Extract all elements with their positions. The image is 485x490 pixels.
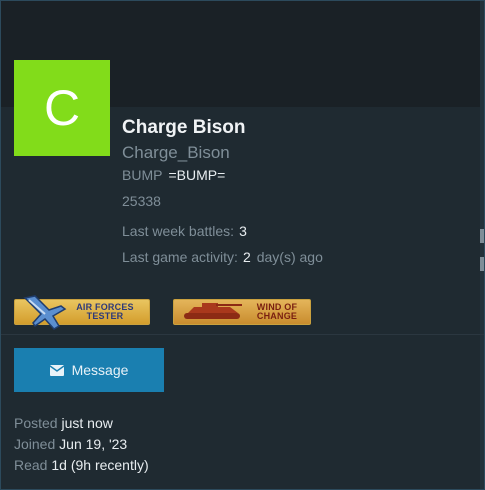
badge-air-forces-tester[interactable]: AIR FORCES TESTER [14,295,150,330]
meta-value: just now [61,415,113,431]
stat-value: 2 [242,249,251,265]
stat-unit: day(s) ago [256,249,323,265]
badge-label: AIR FORCES TESTER [73,303,137,321]
member-title: BUMP =BUMP= [122,167,225,183]
member-username: Charge_Bison [122,143,230,162]
stat-last-game-activity: Last game activity: 2 day(s) ago [122,249,323,265]
clan-tag-value: =BUMP= [168,167,226,183]
avatar[interactable]: C [14,60,110,156]
envelope-icon [49,364,64,376]
message-button-label: Message [71,362,129,378]
tank-icon [184,303,242,319]
stat-label: Last week battles: [122,223,235,239]
meta-joined: Joined Jun 19, '23 [14,436,127,452]
avatar-letter: C [43,80,81,136]
member-tooltip-card: C Charge Bison Charge_Bison BUMP =BUMP= 2… [0,0,485,490]
badge-label: WIND OF CHANGE [248,303,306,321]
stat-label: Last game activity: [122,249,238,265]
side-scroll-strip [480,1,484,489]
meta-label: Read [14,457,48,473]
side-marker [480,229,484,243]
badge-line: TESTER [86,311,124,321]
side-marker [480,257,484,271]
message-button[interactable]: Message [14,348,164,392]
meta-value: 1d (9h recently) [51,457,149,473]
clan-tag-label: BUMP [122,167,163,183]
meta-value: Jun 19, '23 [59,436,128,452]
stat-last-week-battles: Last week battles: 3 [122,223,253,239]
meta-read: Read 1d (9h recently) [14,457,149,473]
meta-label: Posted [14,415,58,431]
stat-value: 3 [239,223,247,239]
post-count: 25338 [122,193,161,209]
meta-label: Joined [14,436,56,452]
member-name[interactable]: Charge Bison [122,117,246,139]
divider [1,334,484,335]
badge-wind-of-change[interactable]: WIND OF CHANGE [173,299,311,325]
airplane-icon [23,295,67,330]
badge-line: CHANGE [256,311,298,321]
meta-posted: Posted just now [14,415,113,431]
